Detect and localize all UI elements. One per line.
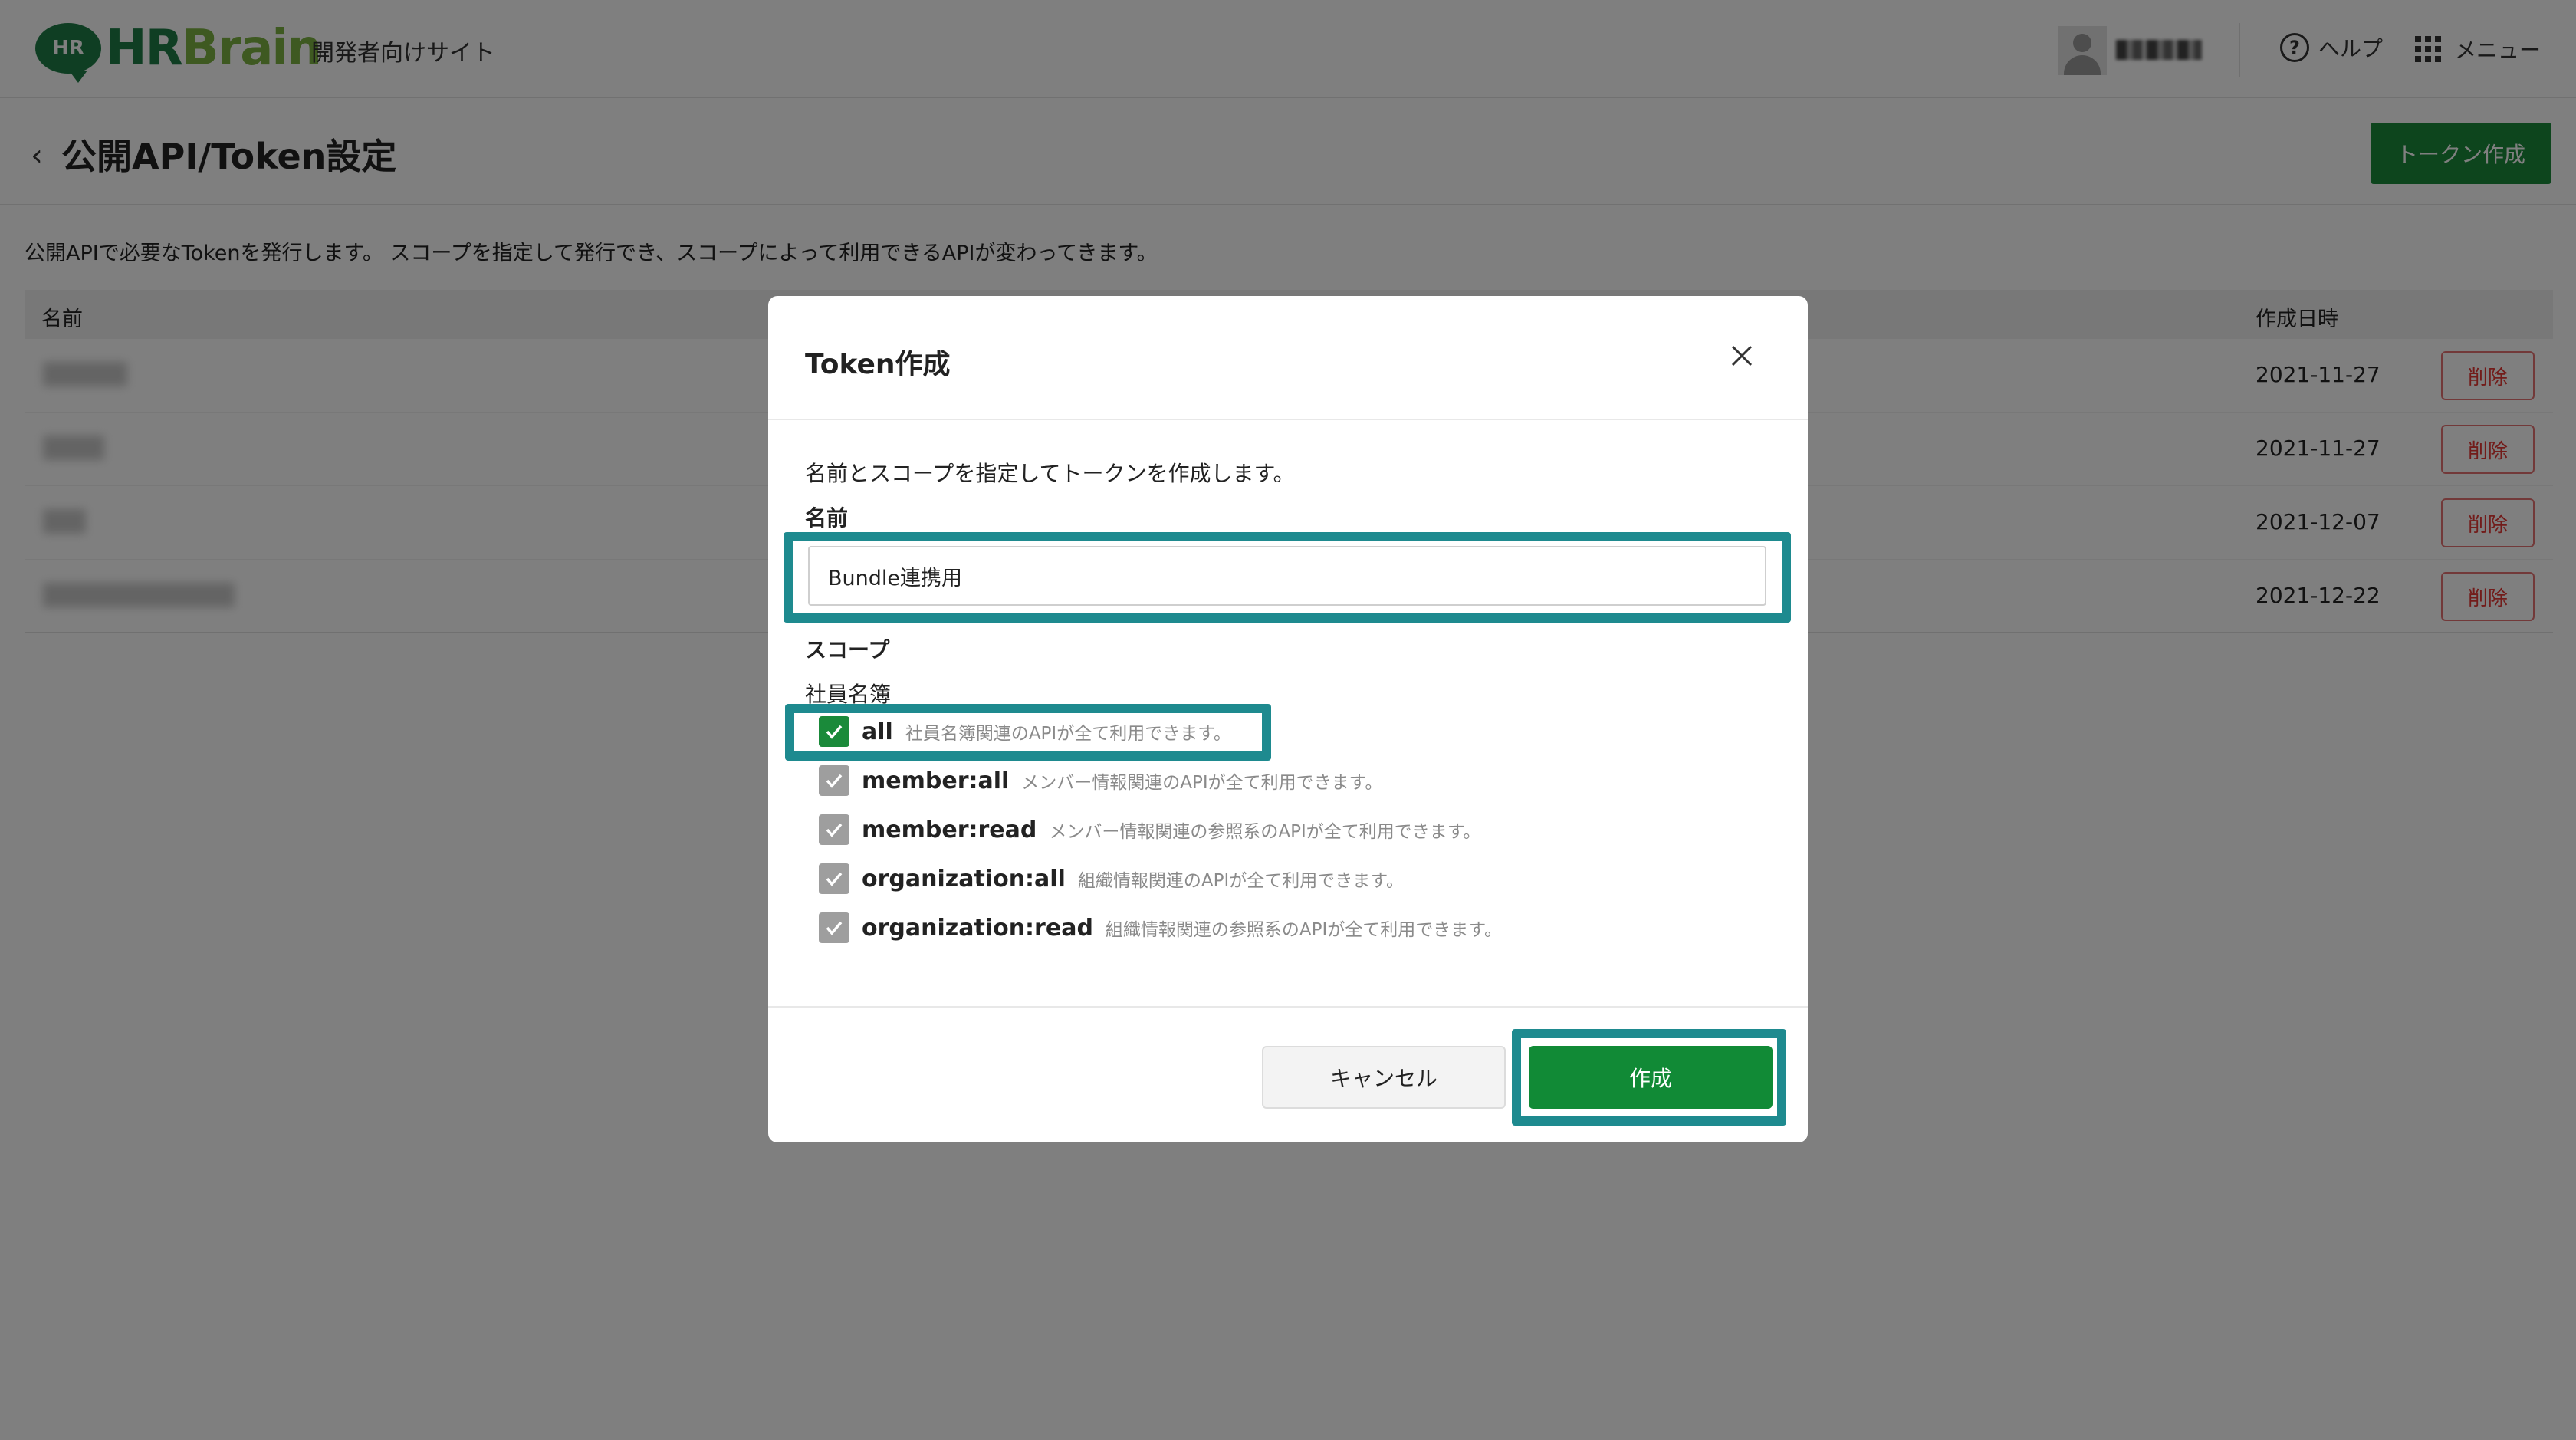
checkbox-checked-disabled bbox=[819, 863, 849, 894]
scope-option-all[interactable]: all 社員名簿関連のAPIが全て利用できます。 bbox=[819, 715, 1231, 748]
scope-label: スコープ bbox=[805, 637, 890, 662]
check-icon bbox=[826, 872, 843, 886]
checkbox-checked-disabled bbox=[819, 765, 849, 796]
token-create-modal: Token作成 名前とスコープを指定してトークンを作成します。 名前 スコープ … bbox=[768, 296, 1808, 1142]
checkbox-checked-disabled bbox=[819, 912, 849, 943]
modal-footer-divider bbox=[768, 1006, 1808, 1008]
scope-description: メンバー情報関連の参照系のAPIが全て利用できます。 bbox=[1049, 822, 1481, 842]
checkbox-checked-disabled bbox=[819, 814, 849, 845]
token-name-input[interactable] bbox=[808, 546, 1766, 606]
scope-name: organization:read bbox=[862, 914, 1093, 942]
scope-name: all bbox=[862, 718, 893, 745]
create-button[interactable]: 作成 bbox=[1529, 1046, 1773, 1109]
modal-description: 名前とスコープを指定してトークンを作成します。 bbox=[805, 461, 1295, 486]
scope-description: 社員名簿関連のAPIが全て利用できます。 bbox=[905, 724, 1231, 744]
checkbox-checked[interactable] bbox=[819, 716, 849, 747]
scope-description: 組織情報関連のAPIが全て利用できます。 bbox=[1077, 871, 1404, 891]
scope-name: member:read bbox=[862, 816, 1037, 843]
modal-title: Token作成 bbox=[805, 349, 951, 380]
scope-name: organization:all bbox=[862, 865, 1066, 893]
scope-description: 組織情報関連の参照系のAPIが全て利用できます。 bbox=[1105, 920, 1503, 940]
scope-name: member:all bbox=[862, 767, 1010, 794]
cancel-button[interactable]: キャンセル bbox=[1262, 1046, 1506, 1109]
scope-option-organization-read: organization:read 組織情報関連の参照系のAPIが全て利用できま… bbox=[819, 911, 1502, 945]
scope-group-label: 社員名簿 bbox=[805, 682, 892, 707]
modal-header: Token作成 bbox=[768, 296, 1808, 420]
name-label: 名前 bbox=[805, 505, 849, 531]
check-icon bbox=[826, 774, 843, 788]
scope-description: メンバー情報関連のAPIが全て利用できます。 bbox=[1021, 773, 1383, 793]
check-icon bbox=[826, 921, 843, 935]
scope-option-member-all: member:all メンバー情報関連のAPIが全て利用できます。 bbox=[819, 764, 1382, 797]
scope-option-member-read: member:read メンバー情報関連の参照系のAPIが全て利用できます。 bbox=[819, 813, 1480, 847]
close-icon[interactable] bbox=[1720, 334, 1763, 377]
check-icon bbox=[826, 725, 843, 739]
check-icon bbox=[826, 823, 843, 837]
scope-option-organization-all: organization:all 組織情報関連のAPIが全て利用できます。 bbox=[819, 862, 1404, 896]
